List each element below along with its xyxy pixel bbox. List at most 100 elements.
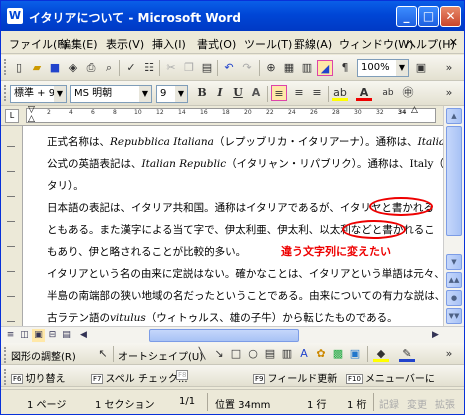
toolbar-grip[interactable]: [4, 369, 6, 385]
web-view-icon[interactable]: ◫: [18, 329, 31, 342]
print-icon[interactable]: ⎙: [83, 60, 99, 76]
hyperlink-icon[interactable]: ⊕: [263, 60, 279, 76]
menu-bar: ファイル(F) 編集(E) 表示(V) 挿入(I) 書式(O) ツール(T) 罫…: [1, 31, 464, 54]
fill-color-icon[interactable]: ◆: [373, 346, 389, 362]
status-extend[interactable]: 拡張: [435, 396, 455, 411]
picture-icon[interactable]: ▣: [347, 346, 363, 362]
toolbar-grip[interactable]: [4, 59, 6, 75]
scroll-right-icon[interactable]: ▶: [429, 329, 442, 342]
font-color-icon[interactable]: A: [356, 85, 372, 101]
adjust-shapes-menu[interactable]: 図形の調整(R): [11, 348, 76, 363]
toolbar-options-icon[interactable]: »: [441, 346, 457, 362]
menu-help[interactable]: ヘルプ(H): [405, 36, 455, 52]
menu-insert[interactable]: 挿入(I): [152, 36, 186, 52]
diagram-icon[interactable]: ✿: [313, 346, 329, 362]
save-icon[interactable]: ■: [47, 60, 63, 76]
rectangle-icon[interactable]: □: [228, 346, 244, 362]
function-key-f9[interactable]: F9 フィールド更新: [253, 370, 337, 385]
ruler-number: 16: [200, 109, 208, 116]
text-box-icon[interactable]: ▤: [262, 346, 278, 362]
document-area[interactable]: 正式名称は、Repubblica Italiana（レプッブリカ・イタリアーナ）…: [23, 126, 443, 326]
highlight-icon[interactable]: ab: [332, 85, 348, 101]
wordart-icon[interactable]: A: [296, 346, 312, 362]
select-objects-icon[interactable]: ↖: [95, 346, 111, 362]
horizontal-scroll-thumb[interactable]: [149, 329, 299, 342]
scroll-left-icon[interactable]: ◀: [77, 329, 90, 342]
toolbar-options-icon[interactable]: »: [441, 85, 457, 101]
menu-edit[interactable]: 編集(E): [60, 36, 98, 52]
print-layout-icon[interactable]: ▣: [32, 329, 45, 342]
status-track-changes[interactable]: 変更: [407, 396, 427, 411]
previous-page-icon[interactable]: ▲▲: [446, 272, 462, 288]
right-indent-marker-icon[interactable]: △: [411, 106, 418, 115]
open-folder-icon[interactable]: ▰: [29, 60, 45, 76]
bold-button[interactable]: B: [194, 85, 210, 101]
scroll-thumb[interactable]: [446, 126, 462, 236]
clip-art-icon[interactable]: ▩: [330, 346, 346, 362]
function-key-f6[interactable]: F6 切り替え: [11, 370, 65, 385]
oval-icon[interactable]: ○: [245, 346, 261, 362]
align-center-icon[interactable]: ≡: [291, 85, 307, 101]
character-shading-icon[interactable]: A: [248, 85, 264, 101]
status-record[interactable]: 記録: [379, 396, 399, 411]
toolbar-grip[interactable]: [4, 347, 6, 363]
show-formatting-icon[interactable]: ¶: [337, 60, 353, 76]
outline-view-icon[interactable]: ⊟: [46, 329, 59, 342]
horizontal-scrollbar[interactable]: ≡ ◫ ▣ ⊟ ▤ ◀ ▶: [1, 326, 464, 343]
read-mode-icon[interactable]: ▣: [413, 60, 429, 76]
font-select[interactable]: MS 明朝 ▼: [70, 85, 152, 103]
next-page-icon[interactable]: ▼▼: [446, 308, 462, 324]
new-document-icon[interactable]: ▯: [11, 60, 27, 76]
standard-toolbar: ▯ ▰ ■ ◈ ⎙ ⌕ ✓ ☷ ✂ ❐ ▤ ↶ ↷ ⊕ ▦ ▥ ◢ ¶ 100%…: [1, 55, 464, 81]
function-key-f10[interactable]: F10 メニューバーに: [346, 370, 435, 385]
permission-icon[interactable]: ◈: [65, 60, 81, 76]
vertical-scrollbar[interactable]: ▲ ▼ ▲▲ ● ▼▼: [443, 106, 464, 326]
menu-view[interactable]: 表示(V): [106, 36, 144, 52]
autoshapes-menu[interactable]: オートシェイプ(U): [118, 348, 203, 363]
align-justify-icon[interactable]: ≡: [271, 85, 287, 101]
drawing-toggle-icon[interactable]: ◢: [317, 60, 333, 76]
table-icon[interactable]: ▦: [281, 60, 297, 76]
ruler-scale[interactable]: [26, 108, 436, 123]
reading-view-icon[interactable]: ▤: [60, 329, 73, 342]
style-select[interactable]: 標準 + 9 | ▼: [10, 85, 67, 103]
columns-icon[interactable]: ▥: [299, 60, 315, 76]
italic-button[interactable]: I: [212, 85, 228, 101]
toolbar-grip[interactable]: [4, 85, 6, 101]
print-preview-icon[interactable]: ⌕: [101, 60, 117, 76]
function-key-f7[interactable]: F7 スペル チェック...: [91, 370, 188, 385]
arrow-icon[interactable]: ↘: [211, 346, 227, 362]
word-app-icon[interactable]: W: [7, 8, 23, 24]
line-color-icon[interactable]: ✎: [399, 346, 415, 362]
font-size-select[interactable]: 9 ▼: [156, 85, 188, 103]
menu-format[interactable]: 書式(O): [197, 36, 236, 52]
menu-window[interactable]: ウィンドウ(W): [339, 36, 413, 52]
copy-icon[interactable]: ❐: [181, 60, 197, 76]
research-icon[interactable]: ☷: [141, 60, 157, 76]
cut-icon[interactable]: ✂: [163, 60, 179, 76]
toolbar-options-icon[interactable]: »: [441, 60, 457, 76]
vertical-text-box-icon[interactable]: ▥: [279, 346, 295, 362]
close-button[interactable]: ✕: [440, 6, 461, 27]
menu-table[interactable]: 罫線(A): [294, 36, 332, 52]
maximize-button[interactable]: □: [418, 6, 439, 27]
undo-icon[interactable]: ↶: [221, 60, 237, 76]
line-icon[interactable]: ╲: [194, 346, 210, 362]
normal-view-icon[interactable]: ≡: [4, 329, 17, 342]
redo-icon[interactable]: ↷: [239, 60, 255, 76]
scroll-down-icon[interactable]: ▼: [446, 254, 462, 270]
menu-tools[interactable]: ツール(T): [244, 36, 292, 52]
scroll-up-icon[interactable]: ▲: [446, 108, 462, 124]
indent-marker-icon[interactable]: ▽ △: [28, 106, 35, 124]
select-browse-object-icon[interactable]: ●: [446, 290, 462, 306]
align-right-icon[interactable]: ≡: [309, 85, 325, 101]
close-document-icon[interactable]: ✕: [449, 36, 458, 49]
underline-button[interactable]: U: [230, 85, 246, 101]
enclose-characters-icon[interactable]: ㊥: [400, 85, 416, 101]
spelling-icon[interactable]: ✓: [123, 60, 139, 76]
phonetic-guide-icon[interactable]: ab: [380, 85, 396, 101]
zoom-select[interactable]: 100% ▼: [357, 59, 409, 77]
paste-icon[interactable]: ▤: [199, 60, 215, 76]
minimize-button[interactable]: _: [396, 6, 417, 27]
tab-selector-icon[interactable]: L: [5, 109, 19, 123]
